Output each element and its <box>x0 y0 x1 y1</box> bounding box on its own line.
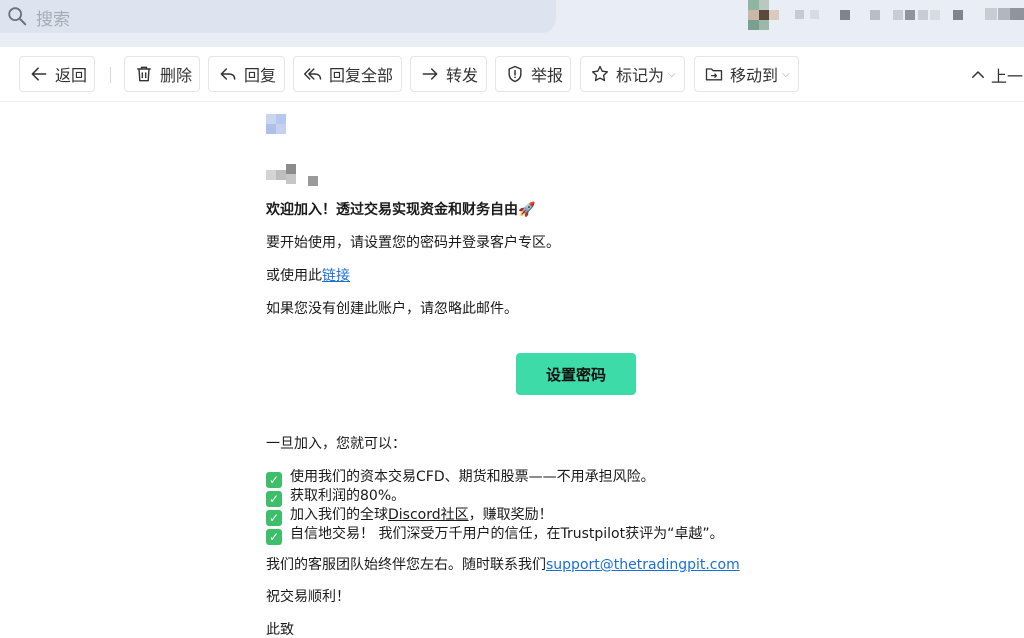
report-button[interactable]: 举报 <box>495 56 571 92</box>
benefit-item: ✓ 自信地交易！ 我们深受万千用户的信任，在Trustpilot获评为“卓越”。 <box>266 523 724 545</box>
benefit-text: 自信地交易！ 我们深受万千用户的信任，在Trustpilot获评为“卓越”。 <box>290 526 724 542</box>
email-line-3: 如果您没有创建此账户，请忽略此邮件。 <box>266 301 518 317</box>
forward-icon <box>422 68 438 80</box>
benefit-text: 使用我们的资本交易CFD、期货和股票——不用承担风险。 <box>290 469 655 485</box>
rocket-icon: 🚀 <box>518 202 536 218</box>
mark-as-dropdown[interactable]: 标记为 ⌵ <box>580 56 685 92</box>
arrow-left-icon <box>31 67 47 81</box>
previous-mail-button[interactable]: 上一 <box>969 63 1023 87</box>
move-to-label: 移动到 <box>730 66 779 85</box>
benefit-text-prefix: 加入我们的全球 <box>290 507 388 523</box>
toolbar-divider <box>110 67 111 83</box>
forward-button[interactable]: 转发 <box>410 56 487 92</box>
reply-all-button[interactable]: 回复全部 <box>293 56 402 92</box>
reply-all-label: 回复全部 <box>329 66 394 85</box>
mark-as-label: 标记为 <box>616 66 665 85</box>
shield-alert-icon <box>508 65 522 83</box>
set-password-button[interactable]: 设置密码 <box>516 353 636 395</box>
support-prefix: 我们的客服团队始终伴您左右。随时联系我们 <box>266 557 546 573</box>
email-line-2: 或使用此链接 <box>266 265 350 285</box>
folder-move-icon <box>705 68 723 81</box>
reply-label: 回复 <box>244 66 277 85</box>
checkmark-icon: ✓ <box>266 529 282 545</box>
reply-all-icon <box>303 68 322 80</box>
search-placeholder: 搜索 <box>36 10 70 30</box>
search-box[interactable]: 搜索 <box>0 0 556 33</box>
signoff-line: 此致 <box>266 622 294 638</box>
previous-label: 上一 <box>991 67 1024 86</box>
chevron-up-icon <box>972 71 984 78</box>
move-to-dropdown[interactable]: 移动到 ⌵ <box>694 56 799 92</box>
closing-line: 祝交易顺利！ <box>266 589 350 605</box>
delete-button[interactable]: 删除 <box>124 56 200 92</box>
support-line: 我们的客服团队始终伴您左右。随时联系我们support@thetradingpi… <box>266 554 740 574</box>
reply-button[interactable]: 回复 <box>208 56 285 92</box>
forward-label: 转发 <box>446 66 479 85</box>
support-email-link[interactable]: support@thetradingpit.com <box>546 557 740 573</box>
trash-icon <box>137 66 151 82</box>
back-label: 返回 <box>55 66 88 85</box>
email-line-2-prefix: 或使用此 <box>266 268 322 284</box>
chevron-down-icon: ⌵ <box>668 68 676 80</box>
email-heading-text: 欢迎加入！透过交易实现资金和财务自由 <box>266 202 518 218</box>
benefit-text: 获取利润的80%。 <box>290 488 406 504</box>
reply-icon <box>220 68 236 80</box>
sender-logo <box>266 114 286 134</box>
report-label: 举报 <box>531 66 564 85</box>
greeting-name <box>266 162 326 186</box>
search-icon <box>8 7 27 26</box>
mail-toolbar: 返回 删除 回复 回复全部 转发 举报 标记为 ⌵ 移动到 ⌵ 上一 <box>0 47 1024 102</box>
setup-link[interactable]: 链接 <box>322 268 350 284</box>
email-heading: 欢迎加入！透过交易实现资金和财务自由🚀 <box>266 199 535 219</box>
benefits-intro: 一旦加入，您就可以： <box>266 436 406 452</box>
email-line-1: 要开始使用，请设置您的密码并登录客户专区。 <box>266 235 560 251</box>
top-bar: 搜索 <box>0 0 1024 47</box>
benefit-text-suffix: ，赚取奖励！ <box>468 507 553 523</box>
back-button[interactable]: 返回 <box>19 56 95 92</box>
star-icon <box>592 65 608 82</box>
delete-label: 删除 <box>160 66 193 85</box>
chevron-down-icon: ⌵ <box>782 68 790 80</box>
discord-community-link[interactable]: Discord社区 <box>388 507 469 523</box>
account-avatar[interactable] <box>748 0 780 30</box>
